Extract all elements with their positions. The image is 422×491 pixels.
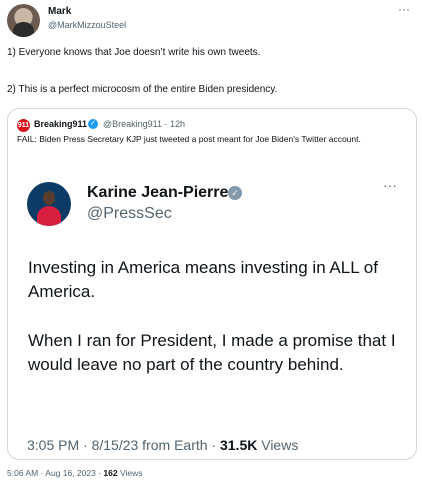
- embedded-avatar: [27, 182, 71, 226]
- embedded-views-count: 31.5K: [219, 437, 258, 453]
- tweet-views-label: Views: [117, 468, 143, 478]
- embedded-meta-time: 3:05 PM · 8/15/23 from Earth ·: [27, 437, 220, 453]
- tweet-time[interactable]: 5:06 AM · Aug 16, 2023 ·: [7, 468, 103, 478]
- embedded-author-handle: @PressSec: [87, 205, 172, 222]
- quoted-tweet[interactable]: 911 Breaking911 ✓ @Breaking911 · 12h FAI…: [7, 108, 417, 460]
- quoted-author-handle: @Breaking911 · 12h: [103, 119, 186, 129]
- embedded-views-label: Views: [257, 437, 299, 453]
- verified-badge-icon: ✓: [228, 186, 242, 200]
- embedded-paragraph-2: When I ran for President, I made a promi…: [28, 331, 396, 374]
- embedded-meta: 3:05 PM · 8/15/23 from Earth · 31.5K Vie…: [27, 437, 298, 453]
- more-horizontal-icon[interactable]: ···: [398, 2, 410, 16]
- author-name[interactable]: Mark: [48, 6, 71, 17]
- verified-badge-icon: ✓: [88, 119, 98, 129]
- embedded-screenshot: Karine Jean-Pierre ✓ @PressSec ··· Inves…: [16, 167, 409, 403]
- quoted-text: FAIL: Biden Press Secretary KJP just twe…: [17, 134, 361, 144]
- tweet: Mark @MarkMizzouSteel ··· 1) Everyone kn…: [0, 0, 422, 491]
- quoted-avatar[interactable]: 911: [17, 119, 30, 132]
- quoted-author-name: Breaking911: [34, 119, 88, 129]
- tweet-views-count[interactable]: 162: [103, 468, 117, 478]
- tweet-footer: 5:06 AM · Aug 16, 2023 · 162 Views: [7, 468, 142, 478]
- embedded-paragraph-1: Investing in America means investing in …: [28, 258, 378, 301]
- author-handle[interactable]: @MarkMizzouSteel: [48, 20, 126, 30]
- embedded-author-name: Karine Jean-Pierre: [87, 184, 229, 201]
- tweet-line-1: 1) Everyone knows that Joe doesn’t write…: [7, 47, 261, 58]
- tweet-line-2: 2) This is a perfect microcosm of the en…: [7, 84, 278, 95]
- more-horizontal-icon: ···: [383, 177, 397, 193]
- avatar[interactable]: [7, 4, 40, 37]
